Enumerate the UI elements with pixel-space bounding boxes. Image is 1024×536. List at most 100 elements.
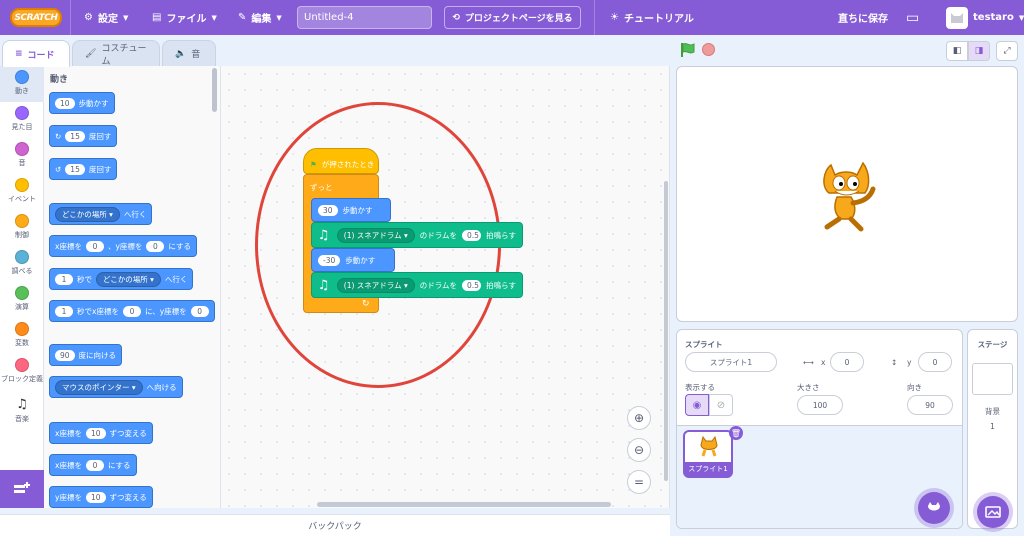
sprite-name-input[interactable]: スプライト1 — [685, 352, 777, 372]
change-x-block[interactable]: x座標を 10 ずつ変える — [49, 422, 153, 444]
glide-target-dropdown[interactable]: どこかの場所 ▾ — [96, 271, 161, 287]
x-change-input[interactable]: 10 — [85, 427, 106, 439]
point-target-dropdown[interactable]: マウスのポインター ▾ — [55, 379, 143, 395]
direction-input[interactable]: 90 — [907, 395, 953, 415]
script-area-horizontal-scrollbar[interactable] — [317, 502, 611, 507]
tab-costumes[interactable]: 🖌 コスチューム — [72, 40, 160, 67]
x-input[interactable]: 0 — [85, 459, 104, 471]
category-sound[interactable]: 音 — [0, 138, 44, 174]
seconds-input[interactable]: 1 — [55, 305, 73, 317]
y-change-input[interactable]: 10 — [85, 491, 106, 503]
hide-sprite-button[interactable]: ⊘ — [709, 394, 733, 416]
see-project-page-button[interactable]: ⟲ プロジェクトページを見る — [444, 6, 581, 29]
sprite-thumbnail[interactable]: スプライト1 🗑 — [683, 426, 743, 478]
beats-input[interactable]: 0.5 — [462, 279, 482, 291]
category-events[interactable]: イベント — [0, 174, 44, 210]
move-steps-block[interactable]: 30 歩動かす — [311, 198, 391, 222]
backdrop-thumbnail[interactable] — [972, 363, 1013, 395]
cat-sprite[interactable] — [811, 157, 887, 233]
full-screen-button[interactable]: ⤢ — [996, 41, 1018, 61]
stop-button[interactable] — [702, 43, 715, 56]
category-variables[interactable]: 変数 — [0, 318, 44, 354]
steps-input[interactable]: -30 — [318, 254, 341, 266]
palette-scrollbar[interactable] — [212, 68, 217, 112]
edit-menu[interactable]: ✎ 編集 ▼ — [238, 0, 282, 35]
normal-stage-button[interactable]: ◨ — [968, 41, 990, 61]
forever-label: ずっと — [310, 182, 333, 192]
category-music[interactable]: ♫ 音楽 — [0, 394, 44, 430]
steps-input[interactable]: 10 — [55, 97, 75, 109]
play-drum-block[interactable]: ♫ (1) スネアドラム ▾ のドラムを 0.5 拍鳴らす — [311, 272, 523, 298]
file-menu[interactable]: ▤ ファイル ▼ — [152, 0, 217, 35]
category-label: ブロック定義 — [1, 375, 43, 383]
seconds-input[interactable]: 1 — [55, 273, 73, 285]
go-to-block[interactable]: どこかの場所 ▾ へ行く — [49, 203, 153, 225]
x-input[interactable]: 0 — [122, 305, 141, 317]
backpack-header[interactable]: バックパック — [0, 514, 670, 536]
zoom-in-button[interactable]: ⊕ — [627, 406, 651, 430]
change-y-block[interactable]: y座標を 10 ずつ変える — [49, 486, 153, 508]
stage-canvas[interactable] — [676, 66, 1018, 322]
point-in-direction-block[interactable]: 90 度に向ける — [49, 344, 123, 366]
glide-to-block[interactable]: 1 秒で どこかの場所 ▾ へ行く — [49, 268, 194, 290]
scratch-logo[interactable]: SCRATCH — [10, 8, 62, 27]
block-text: 拍鳴らす — [486, 230, 516, 240]
x-arrows-icon: ⟷ — [803, 358, 814, 367]
y-input[interactable]: 0 — [146, 240, 165, 252]
script-area[interactable]: ⚑ が押されたとき ずっと ↻ 30 歩動かす ♫ (1) スネアドラム ▾ の… — [221, 66, 670, 508]
goto-target-dropdown[interactable]: どこかの場所 ▾ — [55, 206, 120, 222]
x-input[interactable]: 0 — [85, 240, 104, 252]
choose-backdrop-button[interactable] — [977, 496, 1009, 528]
delete-sprite-button[interactable]: 🗑 — [729, 426, 743, 440]
when-flag-clicked-block[interactable]: ⚑ が押されたとき — [303, 148, 379, 174]
point-towards-block[interactable]: マウスのポインター ▾ へ向ける — [49, 376, 183, 398]
drum-dropdown[interactable]: (1) スネアドラム ▾ — [336, 277, 415, 293]
y-position-input[interactable]: 0 — [918, 352, 952, 372]
category-control[interactable]: 制御 — [0, 210, 44, 246]
drum-dropdown[interactable]: (1) スネアドラム ▾ — [336, 227, 415, 243]
category-looks[interactable]: 見た目 — [0, 102, 44, 138]
play-drum-block[interactable]: ♫ (1) スネアドラム ▾ のドラムを 0.5 拍鳴らす — [311, 222, 523, 248]
choose-sprite-button[interactable] — [918, 492, 950, 524]
project-title-input[interactable]: Untitled-4 — [297, 6, 432, 29]
zoom-in-icon: ⊕ — [633, 411, 645, 425]
account-menu[interactable]: testaro ▼ — [946, 0, 1024, 35]
degrees-input[interactable]: 15 — [65, 130, 85, 142]
zoom-reset-button[interactable]: = — [627, 470, 651, 494]
x-label: x — [821, 358, 826, 367]
category-motion[interactable]: 動き — [0, 66, 44, 102]
zoom-out-button[interactable]: ⊖ — [627, 438, 651, 462]
beats-input[interactable]: 0.5 — [462, 229, 482, 241]
direction-input[interactable]: 90 — [55, 349, 75, 361]
tab-sounds[interactable]: 🔈 音 — [162, 40, 216, 66]
category-operators[interactable]: 演算 — [0, 282, 44, 318]
move-steps-block[interactable]: -30 歩動かす — [311, 248, 395, 272]
my-stuff-folder-icon[interactable]: ▭ — [906, 0, 919, 35]
y-input[interactable]: 0 — [190, 305, 209, 317]
glide-to-xy-block[interactable]: 1 秒でx座標を 0 に、y座標を 0 — [49, 300, 215, 322]
go-to-xy-block[interactable]: x座標を 0 、y座標を 0 にする — [49, 235, 197, 257]
script-area-vertical-scrollbar[interactable] — [664, 181, 668, 481]
turn-right-block[interactable]: ↻ 15 度回す — [49, 125, 118, 147]
steps-input[interactable]: 30 — [318, 204, 338, 216]
settings-menu[interactable]: ⚙ 設定 ▼ — [84, 0, 128, 35]
save-now-button[interactable]: 直ちに保存 — [838, 0, 888, 35]
degrees-input[interactable]: 15 — [65, 163, 85, 175]
block-text: にする — [107, 460, 131, 470]
green-flag-button[interactable] — [680, 42, 696, 62]
size-input[interactable]: 100 — [797, 395, 843, 415]
stage-selector[interactable]: ステージ 背景 1 — [967, 329, 1018, 529]
turn-left-block[interactable]: ↺ 15 度回す — [49, 158, 118, 180]
category-my-blocks[interactable]: ブロック定義 — [0, 354, 44, 394]
category-label: イベント — [8, 195, 36, 203]
small-stage-button[interactable]: ◧ — [946, 41, 968, 61]
tab-code[interactable]: ≡ コード — [2, 40, 70, 67]
x-position-input[interactable]: 0 — [830, 352, 864, 372]
category-sensing[interactable]: 調べる — [0, 246, 44, 282]
tutorials-button[interactable]: ☀ チュートリアル — [610, 0, 694, 35]
chevron-down-icon: ▼ — [276, 13, 282, 22]
move-steps-block[interactable]: 10 歩動かす — [49, 92, 115, 114]
add-extension-button[interactable] — [0, 470, 44, 508]
show-sprite-button[interactable]: ◉ — [685, 394, 709, 416]
set-x-block[interactable]: x座標を 0 にする — [49, 454, 137, 476]
